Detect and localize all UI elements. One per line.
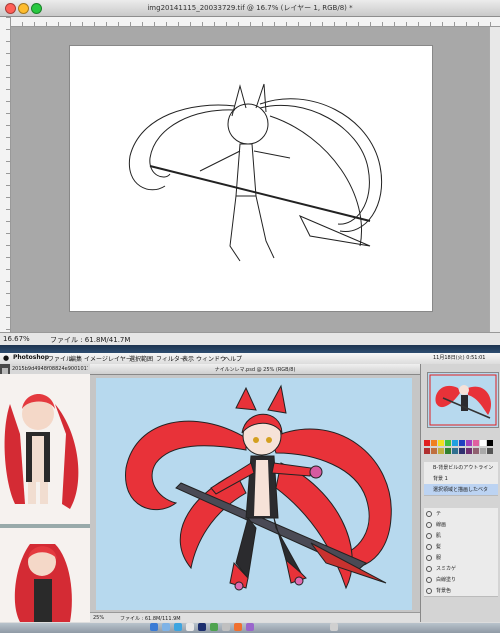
reference-character-art (0, 374, 90, 622)
eye-icon[interactable] (426, 588, 432, 594)
clock[interactable]: 11月18日(火) 0:51:01 (433, 354, 486, 361)
safari-icon[interactable] (162, 623, 170, 631)
eye-icon[interactable] (426, 555, 432, 561)
document-file-size: ファイル : 61.8M/111.9M (120, 616, 181, 622)
app-icon[interactable] (246, 623, 254, 631)
top-window-title: img20141115_20033729.tif @ 16.7% (レイヤー 1… (147, 4, 353, 12)
menu-image[interactable]: イメージ (84, 354, 108, 363)
app-icon[interactable] (234, 623, 242, 631)
swatches-panel (424, 440, 498, 458)
layer-name: 髪 (436, 544, 442, 550)
document-zoom[interactable]: 25% (93, 615, 104, 621)
layer-row[interactable]: 背景色 (424, 585, 498, 597)
preferences-icon[interactable] (222, 623, 230, 631)
navigator-panel[interactable] (427, 372, 499, 428)
lineart-canvas[interactable] (70, 46, 432, 311)
eye-icon[interactable] (426, 511, 432, 517)
lineart-illustration (128, 83, 382, 262)
layer-name: スミカゲ (436, 566, 457, 572)
document-title: ナイルンレマ.psd @ 25% (RGB/8) (214, 367, 296, 373)
layer-name: 白線塗り (436, 577, 457, 583)
reference-image (0, 374, 90, 622)
top-titlebar[interactable]: img20141115_20033729.tif @ 16.7% (レイヤー 1… (0, 0, 500, 17)
menu-help[interactable]: ヘルプ (224, 354, 242, 363)
navigator-thumbnail (428, 373, 498, 427)
mail-icon[interactable] (174, 623, 182, 631)
eye-icon[interactable] (426, 544, 432, 550)
eye-icon[interactable] (426, 533, 432, 539)
layer-name: 背景色 (436, 588, 452, 594)
photoshop-icon[interactable] (198, 623, 206, 631)
menu-window[interactable]: ウィンドウ (196, 354, 226, 363)
eye-icon[interactable] (426, 566, 432, 572)
top-status-bar: 16.67% ファイル : 61.8M/41.7M (0, 332, 500, 345)
vertical-scrollbar[interactable] (489, 27, 500, 332)
trash-icon[interactable] (330, 623, 338, 631)
layer-name: 線画 (436, 522, 447, 528)
eye-icon[interactable] (426, 522, 432, 528)
menu-file[interactable]: ファイル (48, 354, 72, 363)
zoom-readout[interactable]: 16.67% (3, 335, 30, 343)
colored-illustration (125, 384, 392, 591)
layer-group-row[interactable]: 選択領域と描画したベタ (424, 484, 498, 496)
eye-icon[interactable] (426, 577, 432, 583)
layer-name: 服 (436, 555, 442, 561)
reference-window-titlebar: 2015b9d4948f08824e9001017f3acc9d.jpg (10, 364, 90, 374)
layer-group-name: 選択領域と描画したベタ (433, 487, 489, 493)
layer-group-name: 背景 1 (433, 476, 448, 482)
menu-edit[interactable]: 編集 (70, 354, 82, 363)
apple-icon[interactable]: ● (3, 354, 9, 362)
file-size-readout: ファイル : 61.8M/41.7M (50, 336, 131, 344)
document-tab-bar[interactable]: ナイルンレマ.psd @ 25% (RGB/8) (90, 364, 420, 375)
swatches-grid[interactable] (424, 440, 498, 458)
desktop-background (0, 345, 500, 353)
finder-icon[interactable] (150, 623, 158, 631)
reference-filename: 2015b9d4948f08824e9001017f3acc9d.jpg (12, 366, 88, 372)
color-canvas[interactable] (96, 378, 412, 610)
vertical-ruler (0, 17, 11, 332)
horizontal-ruler (10, 17, 500, 27)
menu-view[interactable]: 表示 (182, 354, 194, 363)
layer-group-name: B-背景ビルのアウトライン (433, 465, 494, 471)
layer-name: 肌 (436, 533, 442, 539)
calendar-icon[interactable] (186, 623, 194, 631)
layer-name: テ (436, 511, 442, 517)
menu-app[interactable]: Photoshop (13, 354, 49, 361)
menu-select[interactable]: 選択範囲 (129, 354, 153, 363)
messages-icon[interactable] (210, 623, 218, 631)
